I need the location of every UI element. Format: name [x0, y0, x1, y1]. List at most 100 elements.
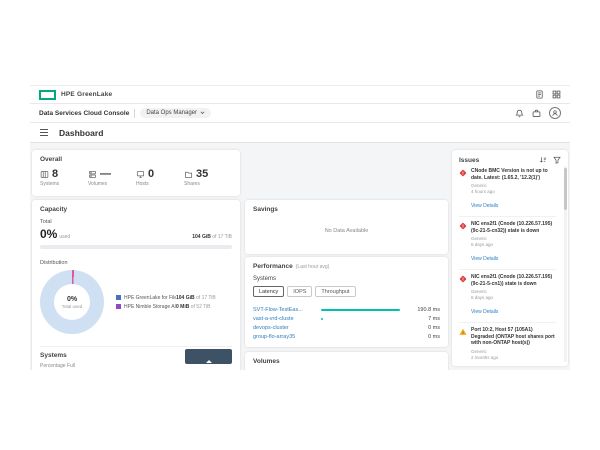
volumes-card: Volumes [245, 352, 448, 370]
chart-tooltip [185, 349, 232, 364]
workspace-icon[interactable] [532, 109, 541, 118]
context-bar: Data Services Cloud Console Data Ops Man… [30, 104, 570, 123]
user-avatar-icon[interactable] [549, 107, 561, 119]
svg-text:!: ! [462, 331, 463, 335]
screenshot-canvas: HPE GreenLake Data Services Cloud Consol… [0, 0, 600, 450]
stat-shares[interactable]: 35 Shares [184, 168, 232, 187]
issues-scrollbar[interactable] [564, 166, 567, 362]
release-notes-icon[interactable] [535, 90, 544, 99]
system-link[interactable]: SVT-Flow-TestEas... [253, 307, 315, 313]
issue-category: Generic [471, 289, 556, 294]
savings-title: Savings [253, 206, 440, 213]
capacity-usage-text: 104 GiB of 17 TiB [192, 234, 232, 240]
breadcrumb-divider [134, 109, 135, 118]
filter-icon[interactable] [553, 156, 561, 164]
capacity-legend: HPE GreenLake for File... 104 GiB of 17 … [116, 292, 216, 313]
legend-label: HPE GreenLake for File... [124, 295, 176, 301]
system-link[interactable]: vast-a-vrd-cluste [253, 316, 315, 322]
performance-rows: SVT-Flow-TestEas... 190.8 ms vast-a-vrd-… [253, 305, 440, 341]
hosts-label: Hosts [136, 181, 184, 187]
view-details-link[interactable]: View Details [471, 256, 498, 262]
overall-title: Overall [40, 156, 232, 163]
overall-card: Overall 8 Systems — Volu [32, 150, 240, 196]
issue-text: Port 10:2, Host 57 (105A1) Degraded (ONT… [471, 327, 556, 347]
capacity-donut-chart: 0% Total used [40, 270, 104, 334]
app-selector-dropdown[interactable]: Data Ops Manager [140, 108, 211, 118]
distribution-label: Distribution [40, 260, 232, 266]
console-title-link[interactable]: Data Services Cloud Console [39, 110, 129, 117]
view-details-link[interactable]: View Details [471, 309, 498, 315]
volumes-label: Volumes [88, 181, 136, 187]
volumes-count: — [100, 168, 111, 180]
hosts-icon [136, 170, 145, 179]
issue-item: ! NIC ens2f1 (Cnode (10.226.57.195) (9c-… [459, 269, 556, 322]
issue-text: NIC ens2f1 (Cnode (10.226.57.195) (9c-21… [471, 274, 556, 287]
issues-panel: Issues ! CNode BMC Version is not up to … [452, 150, 568, 366]
apps-grid-icon[interactable] [552, 90, 561, 99]
shares-count: 35 [196, 168, 208, 180]
issue-category: Generic [471, 236, 556, 241]
perf-row: vast-a-vrd-cluste 7 ms [253, 314, 440, 323]
issues-title: Issues [459, 157, 479, 164]
warning-icon: ! [459, 328, 467, 366]
performance-card: Performance (Last hour avg) Systems Late… [245, 257, 448, 347]
issue-item: ! CNode BMC Version is not up to date. L… [459, 164, 556, 216]
latency-bar-track [321, 309, 400, 311]
issue-time: 2 months ago [471, 355, 556, 360]
latency-bar-track [321, 318, 400, 320]
performance-section-label: Systems [253, 276, 440, 282]
tab-iops[interactable]: IOPS [287, 286, 312, 297]
notifications-bell-icon[interactable] [515, 109, 524, 118]
page-title: Dashboard [59, 128, 103, 138]
app-window: HPE GreenLake Data Services Cloud Consol… [30, 85, 570, 369]
hpe-logo-icon [39, 90, 56, 100]
stat-systems[interactable]: 8 Systems [40, 168, 88, 187]
critical-icon: ! [459, 275, 467, 318]
system-link[interactable]: devops-cluster [253, 325, 315, 331]
latency-value: 0 ms [406, 334, 440, 340]
sort-icon[interactable] [539, 156, 547, 164]
issue-time: 6 days ago [471, 242, 556, 247]
legend-swatch [116, 295, 121, 300]
issue-item: ! NIC ens2f1 (Cnode (10.226.57.195) (9c-… [459, 216, 556, 269]
capacity-total-label: Total [40, 219, 232, 225]
legend-value: 104 GiB of 17 TiB [176, 295, 216, 301]
issue-text: NIC ens2f1 (Cnode (10.226.57.195) (9c-21… [471, 221, 556, 234]
capacity-card: Capacity Total 0% used 104 GiB of 17 TiB… [32, 200, 240, 370]
app-selector-label: Data Ops Manager [146, 110, 197, 116]
legend-item: HPE Nimble Storage Al... 0 MiB of 52 TiB [116, 304, 216, 310]
tab-throughput[interactable]: Throughput [315, 286, 355, 297]
tab-latency[interactable]: Latency [253, 286, 284, 297]
stat-volumes[interactable]: — Volumes [88, 168, 136, 187]
latency-value: 190.8 ms [406, 307, 440, 313]
legend-label: HPE Nimble Storage Al... [124, 304, 176, 310]
perf-row: SVT-Flow-TestEas... 190.8 ms [253, 305, 440, 314]
system-link[interactable]: group-flo-array35 [253, 334, 315, 340]
performance-tabs: Latency IOPS Throughput [253, 286, 440, 297]
systems-count: 8 [52, 168, 58, 180]
latency-value: 0 ms [406, 325, 440, 331]
stat-hosts[interactable]: 0 Hosts [136, 168, 184, 187]
perf-row: devops-cluster 0 ms [253, 323, 440, 332]
view-details-link[interactable]: View Details [471, 203, 498, 209]
hamburger-menu-icon[interactable] [40, 129, 48, 135]
latency-bar [321, 309, 400, 311]
issue-text: CNode BMC Version is not up to date. Lat… [471, 168, 556, 181]
latency-bar [321, 318, 323, 320]
chevron-down-icon [200, 111, 205, 115]
issue-item: ! Port 10:2, Host 57 (105A1) Degraded (O… [459, 322, 556, 366]
donut-center-label: Total used [62, 304, 83, 309]
systems-label: Systems [40, 181, 88, 187]
capacity-progress-bar [40, 245, 232, 249]
critical-icon: ! [459, 222, 467, 265]
scrollbar-thumb[interactable] [564, 168, 567, 210]
brand-title: HPE GreenLake [61, 91, 112, 98]
savings-empty-state: No Data Available [245, 228, 448, 234]
overall-stats: 8 Systems — Volumes 0 [40, 168, 232, 187]
capacity-title: Capacity [40, 206, 232, 213]
donut-center-value: 0% [67, 296, 77, 303]
capacity-used-percent: 0% [40, 227, 57, 241]
volumes-icon [88, 170, 97, 179]
performance-title: Performance [253, 263, 293, 270]
perf-row: group-flo-array35 0 ms [253, 332, 440, 341]
